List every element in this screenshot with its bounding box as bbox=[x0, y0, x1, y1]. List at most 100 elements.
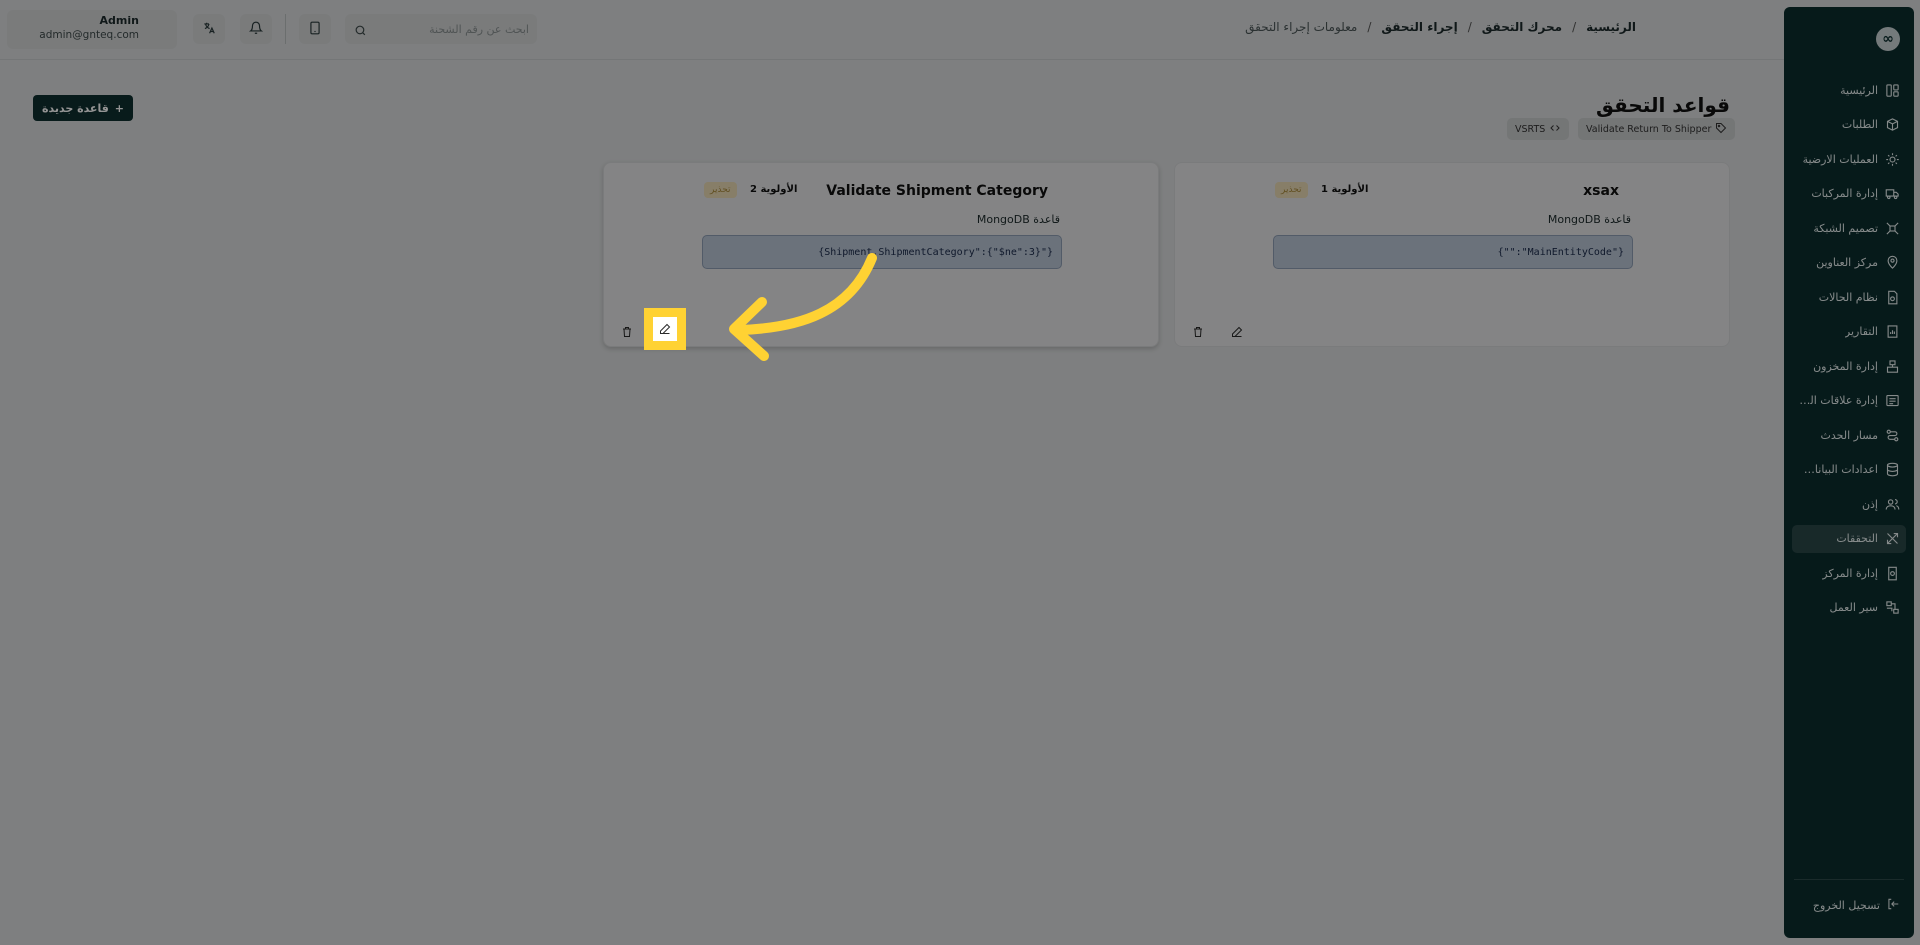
rule-priority: الأولوية 2 bbox=[750, 184, 798, 195]
breadcrumb-separator: / bbox=[1572, 20, 1577, 34]
workflow-icon bbox=[1884, 600, 1900, 616]
tablet-icon bbox=[308, 20, 322, 39]
breadcrumb-separator: / bbox=[1367, 20, 1372, 34]
route-icon bbox=[1884, 427, 1900, 443]
sidebar-item-label: إدارة المركبات bbox=[1811, 187, 1878, 200]
sidebar-item-crm[interactable]: إدارة علاقات العملاء bbox=[1792, 387, 1906, 415]
translate-icon bbox=[202, 20, 216, 39]
crm-icon bbox=[1884, 393, 1900, 409]
breadcrumb: الرئيسية / محرك التحقق / إجراء التحقق / … bbox=[1245, 20, 1636, 34]
validation-code-tag: VSRTS bbox=[1507, 118, 1570, 140]
user-profile[interactable]: Admin admin@gnteq.com bbox=[7, 10, 177, 49]
pencil-icon bbox=[659, 320, 671, 339]
sidebar-item-label: مركز العناوين bbox=[1816, 256, 1878, 269]
search-icon bbox=[354, 22, 367, 41]
edit-button-inner bbox=[653, 317, 677, 341]
rule-type: قاعدة MongoDB bbox=[1547, 213, 1631, 226]
database-icon bbox=[1884, 462, 1900, 478]
sidebar-item-vehicles[interactable]: إدارة المركبات bbox=[1792, 180, 1906, 208]
rule-query: {"":"MainEntityCode"} bbox=[1273, 235, 1633, 269]
sidebar-item-inventory[interactable]: إدارة المخزون bbox=[1792, 352, 1906, 380]
sidebar-item-address-center[interactable]: مركز العناوين bbox=[1792, 249, 1906, 277]
user-name: Admin bbox=[99, 14, 139, 27]
sidebar-item-center-management[interactable]: إدارة المركز bbox=[1792, 559, 1906, 587]
sidebar-item-orders[interactable]: الطلبات bbox=[1792, 111, 1906, 139]
validation-name-tag: Validate Return To Shipper bbox=[1578, 118, 1736, 140]
tablet-button[interactable] bbox=[299, 14, 331, 44]
new-rule-button[interactable]: + قاعدة جديدة bbox=[33, 95, 133, 121]
sidebar-item-label: تصميم الشبكة bbox=[1813, 221, 1878, 235]
tools-icon bbox=[1884, 531, 1900, 547]
rule-level-badge: تحذير bbox=[704, 182, 737, 198]
bell-icon bbox=[248, 20, 264, 39]
sidebar-item-reports[interactable]: التقارير bbox=[1792, 318, 1906, 346]
sidebar-item-label: مسار الحدث bbox=[1820, 428, 1878, 442]
sidebar-item-data-settings[interactable]: اعدادات البيانات... bbox=[1792, 456, 1906, 484]
breadcrumb-home[interactable]: الرئيسية bbox=[1586, 20, 1636, 34]
tag-label: Validate Return To Shipper bbox=[1586, 123, 1712, 135]
plus-icon: + bbox=[114, 101, 125, 115]
sidebar-item-label: إدارة علاقات العملاء bbox=[1796, 394, 1878, 407]
app-logo[interactable]: ∞ bbox=[1876, 27, 1900, 51]
translate-button[interactable] bbox=[193, 14, 225, 44]
delete-rule-button[interactable] bbox=[1187, 321, 1209, 343]
sidebar-item-label: التحققات bbox=[1836, 532, 1878, 545]
tutorial-arrow-icon bbox=[729, 253, 877, 361]
sidebar-item-status-system[interactable]: نظام الحالات bbox=[1792, 283, 1906, 311]
logout-icon bbox=[1886, 897, 1900, 914]
file-status-icon bbox=[1884, 289, 1900, 305]
sun-icon bbox=[1884, 151, 1900, 167]
breadcrumb-validation-action[interactable]: إجراء التحقق bbox=[1381, 20, 1457, 34]
page-title: قواعد التحقق bbox=[1595, 93, 1730, 117]
sidebar-item-event-path[interactable]: مسار الحدث bbox=[1792, 421, 1906, 449]
new-rule-label: قاعدة جديدة bbox=[42, 101, 109, 115]
pencil-icon bbox=[1231, 323, 1243, 342]
search-box bbox=[345, 14, 537, 44]
rule-title: Validate Shipment Category bbox=[826, 183, 1048, 199]
logout-button[interactable]: تسجيل الخروج bbox=[1813, 897, 1900, 914]
sidebar-item-label: إدارة المركز bbox=[1822, 566, 1878, 580]
rule-title: xsax bbox=[1583, 183, 1619, 199]
sidebar-item-label: العمليات الارضية bbox=[1802, 152, 1878, 166]
sidebar-item-label: التقارير bbox=[1844, 325, 1878, 338]
tag-icon bbox=[1715, 122, 1727, 137]
rule-priority: الأولوية 1 bbox=[1321, 184, 1369, 195]
edit-rule-button[interactable] bbox=[1226, 321, 1248, 343]
center-icon bbox=[1884, 565, 1900, 581]
sidebar-nav: الرئيسية الطلبات العمليات الارضية إدارة … bbox=[1784, 76, 1914, 628]
code-icon bbox=[1549, 122, 1561, 137]
sidebar-item-network-design[interactable]: تصميم الشبكة bbox=[1792, 214, 1906, 242]
tutorial-overlay bbox=[0, 0, 1920, 945]
rule-card: xsax الأولوية 1 تحذير قاعدة MongoDB {"":… bbox=[1174, 162, 1730, 347]
sidebar-item-ground-ops[interactable]: العمليات الارضية bbox=[1792, 145, 1906, 173]
inventory-icon bbox=[1884, 358, 1900, 374]
users-icon bbox=[1884, 496, 1900, 512]
sidebar-item-label: سير العمل bbox=[1829, 601, 1878, 614]
breadcrumb-separator: / bbox=[1467, 20, 1472, 34]
rule-card: Validate Shipment Category الأولوية 2 تح… bbox=[603, 162, 1159, 347]
rule-type: قاعدة MongoDB bbox=[976, 213, 1060, 226]
sidebar-item-workflow[interactable]: سير العمل bbox=[1792, 594, 1906, 622]
search-input[interactable] bbox=[345, 14, 537, 44]
network-icon bbox=[1884, 220, 1900, 236]
map-pin-icon bbox=[1884, 255, 1900, 271]
header-divider bbox=[285, 14, 286, 44]
tag-label: VSRTS bbox=[1515, 123, 1546, 135]
highlighted-edit-rule-button[interactable] bbox=[644, 308, 686, 350]
logout-label: تسجيل الخروج bbox=[1812, 899, 1880, 912]
sidebar-item-label: نظام الحالات bbox=[1818, 290, 1878, 304]
sidebar-item-home[interactable]: الرئيسية bbox=[1792, 76, 1906, 104]
notifications-button[interactable] bbox=[240, 14, 272, 44]
sidebar-item-label: الرئيسية bbox=[1840, 83, 1878, 97]
delete-rule-button[interactable] bbox=[616, 321, 638, 343]
sidebar-item-validations[interactable]: التحققات bbox=[1792, 524, 1906, 553]
breadcrumb-current: معلومات إجراء التحقق bbox=[1245, 20, 1358, 34]
sidebar: ∞ الرئيسية الطلبات العمليات الارضية إدار… bbox=[1784, 7, 1914, 938]
top-header: Admin admin@gnteq.com الرئيسية / محرك ال… bbox=[0, 0, 1784, 60]
user-email: admin@gnteq.com bbox=[39, 29, 139, 41]
breadcrumb-validation-engine[interactable]: محرك التحقق bbox=[1482, 20, 1562, 34]
layout-icon bbox=[1884, 82, 1900, 98]
sidebar-item-label: اعدادات البيانات... bbox=[1796, 463, 1878, 476]
sidebar-item-permissions[interactable]: إذن bbox=[1792, 490, 1906, 518]
package-icon bbox=[1884, 117, 1900, 133]
